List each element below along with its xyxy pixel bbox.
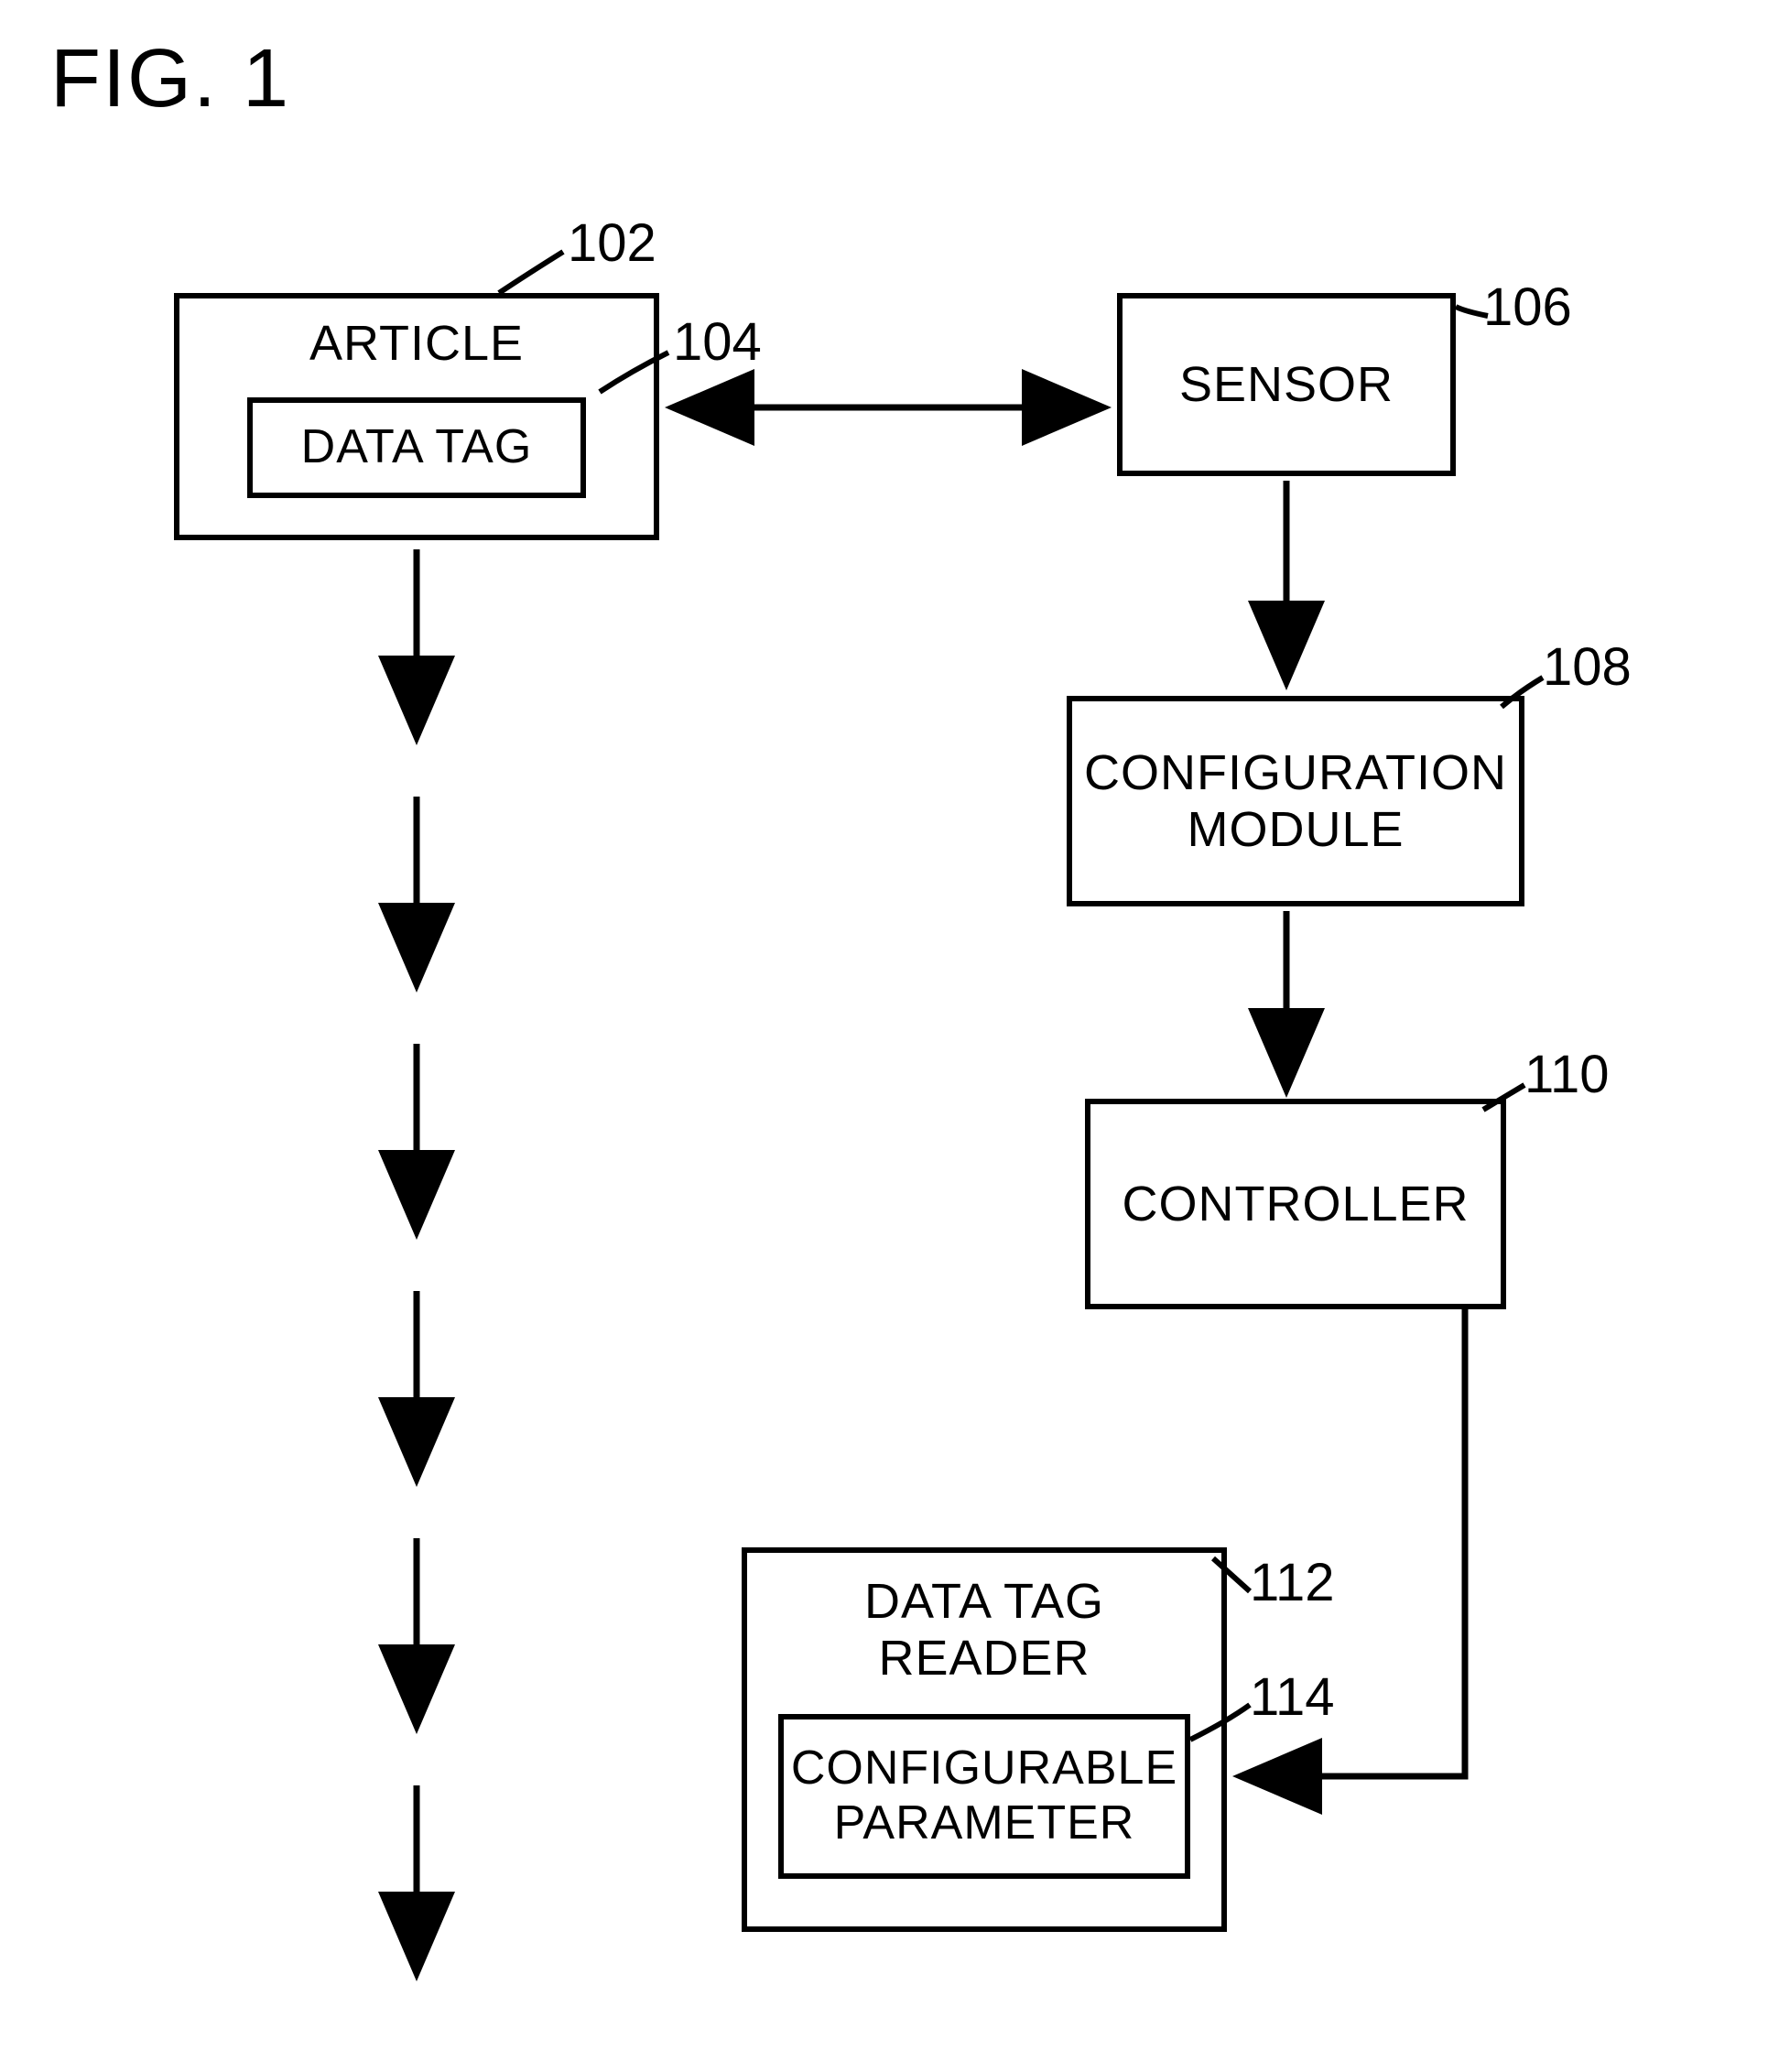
sensor-label: SENSOR	[1179, 356, 1394, 413]
leader-102	[499, 252, 563, 293]
ref-sensor: 106	[1483, 277, 1572, 338]
config-module-label: CONFIGURATION MODULE	[1084, 744, 1507, 858]
reader-label: DATA TAG READER	[864, 1573, 1104, 1687]
ref-article: 102	[568, 212, 656, 274]
ref-config-module: 108	[1543, 636, 1632, 698]
config-param-label: CONFIGURABLE PARAMETER	[791, 1741, 1177, 1851]
article-label: ARTICLE	[309, 315, 524, 372]
data-tag-box: DATA TAG	[247, 397, 586, 498]
sensor-box: SENSOR	[1117, 293, 1456, 476]
config-module-box: CONFIGURATION MODULE	[1067, 696, 1524, 906]
article-box: ARTICLE DATA TAG	[174, 293, 659, 540]
config-param-box: CONFIGURABLE PARAMETER	[778, 1714, 1190, 1879]
ref-reader: 112	[1250, 1552, 1334, 1613]
diagram-canvas: FIG. 1 ARTICLE DATA TAG SENSOR CONFIGURA…	[0, 0, 1768, 2072]
figure-title: FIG. 1	[50, 32, 290, 126]
ref-controller: 110	[1524, 1044, 1609, 1105]
ref-data-tag: 104	[673, 311, 762, 373]
data-tag-label: DATA TAG	[301, 420, 533, 475]
controller-box: CONTROLLER	[1085, 1099, 1506, 1309]
ref-config-param: 114	[1250, 1666, 1334, 1728]
reader-box: DATA TAG READER CONFIGURABLE PARAMETER	[742, 1547, 1227, 1932]
controller-label: CONTROLLER	[1122, 1176, 1469, 1232]
